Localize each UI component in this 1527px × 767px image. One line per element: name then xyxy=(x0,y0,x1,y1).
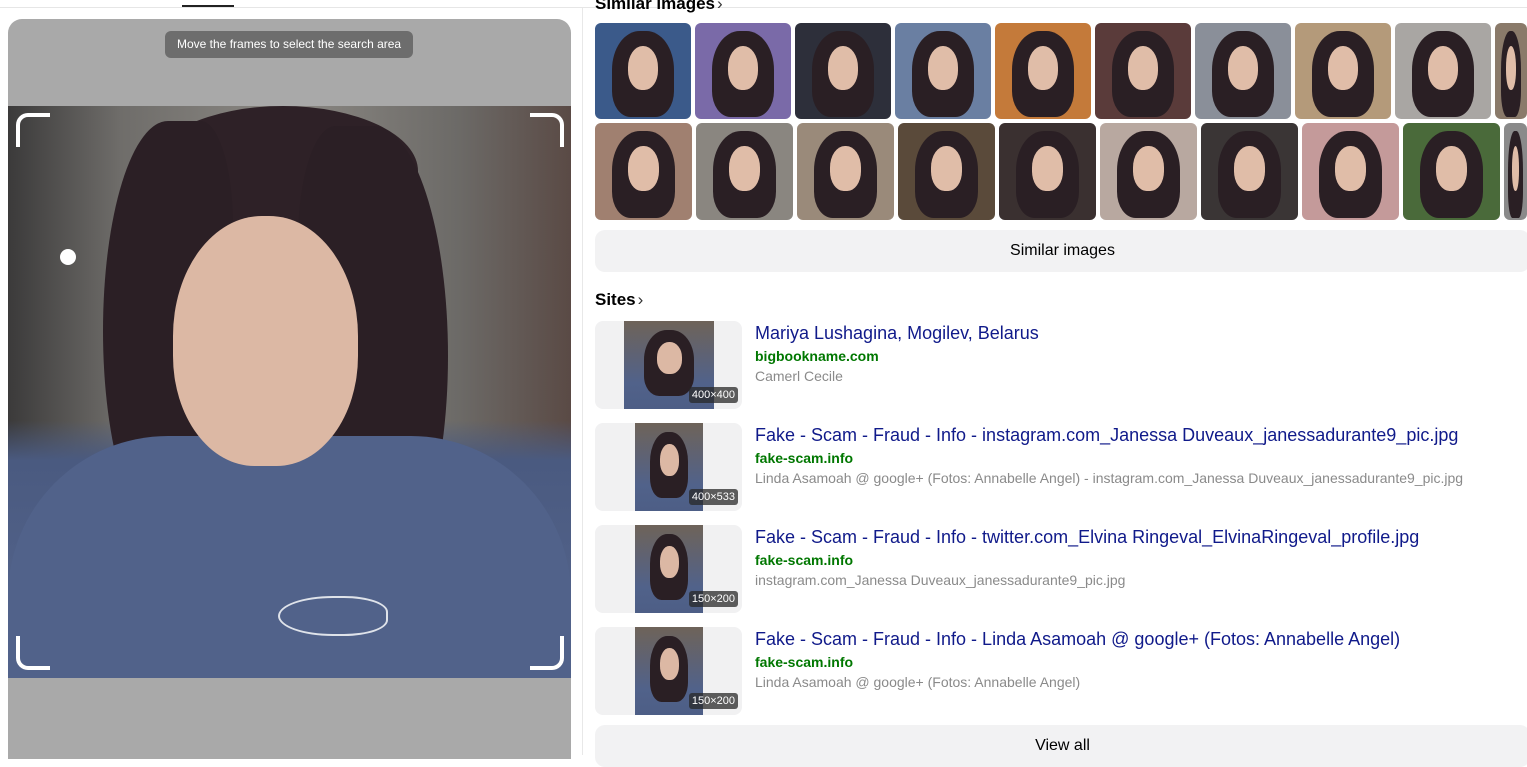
site-domain[interactable]: fake-scam.info xyxy=(755,450,853,466)
crop-frame-top-right-handle[interactable] xyxy=(530,113,564,147)
site-description: instagram.com_Janessa Duveaux_janessadur… xyxy=(755,572,1126,588)
site-domain[interactable]: fake-scam.info xyxy=(755,552,853,568)
site-thumbnail[interactable]: 400×533 xyxy=(595,423,742,511)
panel-divider xyxy=(582,8,583,755)
image-dimensions: 400×400 xyxy=(688,387,738,403)
site-result[interactable]: 150×200 Fake - Scam - Fraud - Info - Lin… xyxy=(595,627,1527,717)
similar-image-thumbnail[interactable] xyxy=(1403,123,1500,220)
crop-frame-bottom-right-handle[interactable] xyxy=(530,636,564,670)
image-dimensions: 150×200 xyxy=(688,693,738,709)
similar-images-button[interactable]: Similar images xyxy=(595,230,1527,272)
similar-image-thumbnail[interactable] xyxy=(1495,23,1527,119)
similar-image-thumbnail[interactable] xyxy=(797,123,894,220)
similar-image-thumbnail[interactable] xyxy=(1095,23,1191,119)
similar-image-thumbnail[interactable] xyxy=(995,23,1091,119)
similar-image-thumbnail[interactable] xyxy=(1302,123,1399,220)
site-title-link[interactable]: Fake - Scam - Fraud - Info - instagram.c… xyxy=(755,425,1458,446)
similar-image-thumbnail[interactable] xyxy=(898,123,995,220)
similar-image-thumbnail[interactable] xyxy=(595,23,691,119)
chevron-right-icon: › xyxy=(717,0,723,13)
similar-image-thumbnail[interactable] xyxy=(1201,123,1298,220)
image-dimensions: 150×200 xyxy=(688,591,738,607)
sites-heading[interactable]: Sites › xyxy=(595,290,643,310)
site-description: Linda Asamoah @ google+ (Fotos: Annabell… xyxy=(755,674,1081,690)
chevron-right-icon: › xyxy=(637,290,644,309)
site-thumbnail[interactable]: 150×200 xyxy=(595,627,742,715)
image-dimensions: 400×533 xyxy=(688,489,738,505)
similar-image-thumbnail[interactable] xyxy=(999,123,1096,220)
similar-image-thumbnail[interactable] xyxy=(695,23,791,119)
active-tab-indicator xyxy=(182,5,234,7)
site-title-link[interactable]: Fake - Scam - Fraud - Info - twitter.com… xyxy=(755,527,1419,548)
similar-image-thumbnail[interactable] xyxy=(1100,123,1197,220)
shirt-fish-logo xyxy=(278,596,388,636)
similar-image-thumbnail[interactable] xyxy=(595,123,692,220)
similar-image-thumbnail[interactable] xyxy=(1395,23,1491,119)
similar-images-heading[interactable]: Similar images › xyxy=(595,0,723,14)
site-title-link[interactable]: Mariya Lushagina, Mogilev, Belarus xyxy=(755,323,1039,344)
site-result[interactable]: 400×400 Mariya Lushagina, Mogilev, Belar… xyxy=(595,321,1527,411)
crop-hint: Move the frames to select the search are… xyxy=(165,31,414,58)
crop-frame-bottom-left-handle[interactable] xyxy=(16,636,50,670)
crop-panel: Move the frames to select the search are… xyxy=(8,19,571,759)
top-divider xyxy=(0,7,1527,8)
query-photo[interactable] xyxy=(8,106,571,678)
view-all-button[interactable]: View all xyxy=(595,725,1527,767)
site-result[interactable]: 400×533 Fake - Scam - Fraud - Info - ins… xyxy=(595,423,1527,513)
site-title-link[interactable]: Fake - Scam - Fraud - Info - Linda Asamo… xyxy=(755,629,1400,650)
site-domain[interactable]: fake-scam.info xyxy=(755,654,853,670)
drag-handle[interactable] xyxy=(60,249,76,265)
similar-image-thumbnail[interactable] xyxy=(795,23,891,119)
similar-image-thumbnail[interactable] xyxy=(1295,23,1391,119)
site-result[interactable]: 150×200 Fake - Scam - Fraud - Info - twi… xyxy=(595,525,1527,615)
site-thumbnail[interactable]: 400×400 xyxy=(595,321,742,409)
site-thumbnail[interactable]: 150×200 xyxy=(595,525,742,613)
site-description: Linda Asamoah @ google+ (Fotos: Annabell… xyxy=(755,470,1464,486)
similar-image-thumbnail[interactable] xyxy=(895,23,991,119)
site-description: Camerl Cecile xyxy=(755,368,843,384)
site-domain[interactable]: bigbookname.com xyxy=(755,348,879,364)
crop-frame-top-left-handle[interactable] xyxy=(16,113,50,147)
similar-image-thumbnail[interactable] xyxy=(1195,23,1291,119)
similar-image-thumbnail[interactable] xyxy=(1504,123,1527,220)
similar-image-thumbnail[interactable] xyxy=(696,123,793,220)
